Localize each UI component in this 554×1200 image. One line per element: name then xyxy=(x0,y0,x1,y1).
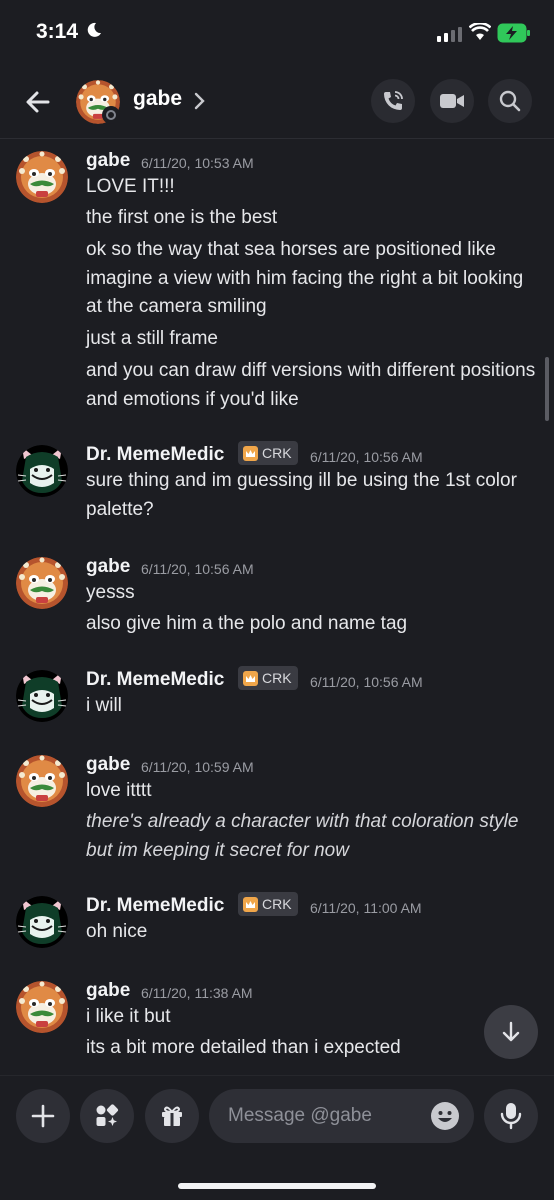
microphone-icon xyxy=(500,1103,522,1130)
message-input[interactable]: Message @gabe xyxy=(209,1089,474,1143)
server-tag-badge[interactable]: CRK xyxy=(238,666,298,690)
crown-icon xyxy=(243,670,258,686)
message-timestamp: 6/11/20, 10:59 AM xyxy=(141,759,254,775)
message-text[interactable]: also give him a the polo and name tag xyxy=(86,610,536,639)
author-name[interactable]: gabe xyxy=(86,754,130,776)
arrow-down-icon xyxy=(502,1021,520,1042)
avatar[interactable] xyxy=(16,557,68,609)
scrollbar-thumb[interactable] xyxy=(545,357,549,421)
message-timestamp: 6/11/20, 11:38 AM xyxy=(141,985,253,1001)
author-name[interactable]: Dr. MemeMedic xyxy=(86,669,224,691)
message-text[interactable]: its a bit more detailed than i expected xyxy=(86,1034,536,1063)
phone-icon xyxy=(384,91,403,110)
gift-icon xyxy=(162,1106,182,1126)
author-name[interactable]: gabe xyxy=(86,980,130,1002)
crown-icon xyxy=(243,445,258,461)
avatar[interactable] xyxy=(16,670,68,722)
message-text[interactable]: sure thing and im guessing ill be using … xyxy=(86,467,536,524)
message-text[interactable]: ok so the way that sea horses are positi… xyxy=(86,236,536,322)
gift-button[interactable] xyxy=(145,1089,199,1143)
emoji-icon[interactable] xyxy=(430,1101,460,1131)
badge-label: CRK xyxy=(262,896,292,912)
message-text[interactable]: i like it but xyxy=(86,1003,536,1032)
plus-icon xyxy=(31,1104,55,1128)
message-text[interactable]: love itttt xyxy=(86,777,536,806)
apps-icon xyxy=(96,1104,119,1126)
voice-call-button[interactable] xyxy=(371,79,415,123)
signal-icon xyxy=(437,27,462,42)
message-timestamp: 6/11/20, 11:00 AM xyxy=(310,900,422,916)
message-timestamp: 6/11/20, 10:53 AM xyxy=(141,155,254,171)
message-text[interactable]: and you can draw diff versions with diff… xyxy=(86,357,536,414)
author-name[interactable]: gabe xyxy=(86,556,130,578)
chevron-right-icon[interactable] xyxy=(192,91,206,111)
author-name[interactable]: Dr. MemeMedic xyxy=(86,895,224,917)
message-timestamp: 6/11/20, 10:56 AM xyxy=(310,449,423,465)
avatar[interactable] xyxy=(16,445,68,497)
back-arrow-icon[interactable] xyxy=(22,86,54,118)
battery-charging-icon xyxy=(497,23,530,43)
voice-message-button[interactable] xyxy=(484,1089,538,1143)
avatar[interactable] xyxy=(16,755,68,807)
dm-recipient-name[interactable]: gabe xyxy=(133,87,182,111)
badge-label: CRK xyxy=(262,670,292,686)
avatar[interactable] xyxy=(16,151,68,203)
chat-header: gabe xyxy=(0,66,554,139)
message-text[interactable]: i will xyxy=(86,692,536,721)
search-button[interactable] xyxy=(488,79,532,123)
message-composer: Message @gabe xyxy=(0,1075,554,1200)
add-attachment-button[interactable] xyxy=(16,1089,70,1143)
message-timestamp: 6/11/20, 10:56 AM xyxy=(141,561,254,577)
avatar[interactable] xyxy=(16,896,68,948)
message-text[interactable]: yesss xyxy=(86,579,536,608)
message-list[interactable]: gabe 6/11/20, 10:53 AM LOVE IT!!! the fi… xyxy=(0,139,554,1075)
message-text[interactable]: the first one is the best xyxy=(86,204,536,233)
crown-icon xyxy=(243,896,258,912)
server-tag-badge[interactable]: CRK xyxy=(238,892,298,916)
home-indicator[interactable] xyxy=(178,1183,376,1189)
jump-to-bottom-button[interactable] xyxy=(484,1005,538,1059)
wifi-icon xyxy=(469,23,491,40)
offline-status-icon xyxy=(102,106,120,124)
video-call-button[interactable] xyxy=(430,79,474,123)
moon-icon xyxy=(87,22,101,37)
server-tag-badge[interactable]: CRK xyxy=(238,441,298,465)
author-name[interactable]: gabe xyxy=(86,150,130,172)
message-text[interactable]: LOVE IT!!! xyxy=(86,173,536,202)
apps-button[interactable] xyxy=(80,1089,134,1143)
message-timestamp: 6/11/20, 10:56 AM xyxy=(310,674,423,690)
message-input-placeholder: Message @gabe xyxy=(228,1105,372,1126)
video-camera-icon xyxy=(440,94,464,108)
badge-label: CRK xyxy=(262,445,292,461)
avatar[interactable] xyxy=(16,981,68,1033)
status-bar: 3:14 xyxy=(0,0,554,66)
search-icon xyxy=(499,90,521,112)
message-text[interactable]: just a still frame xyxy=(86,325,536,354)
message-text[interactable]: oh nice xyxy=(86,918,536,947)
message-text[interactable]: there's already a character with that co… xyxy=(86,808,536,865)
author-name[interactable]: Dr. MemeMedic xyxy=(86,444,224,466)
status-time: 3:14 xyxy=(36,20,79,43)
